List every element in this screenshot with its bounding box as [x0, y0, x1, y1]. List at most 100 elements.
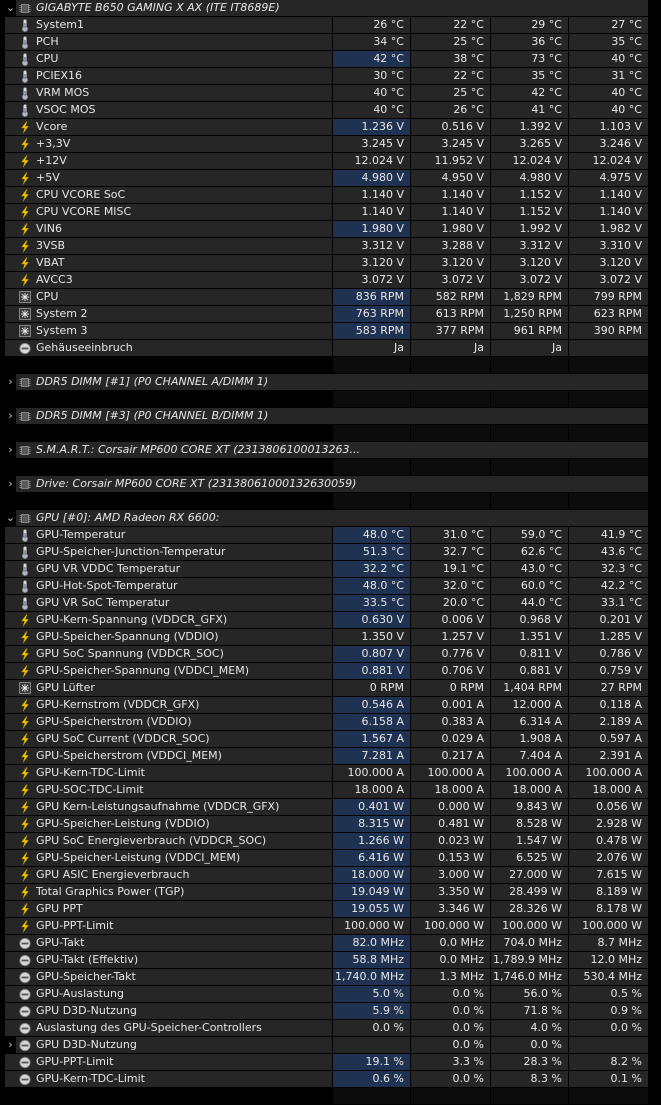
- sensor-group-header[interactable]: ⌄ GIGABYTE B650 GAMING X AX (ITE IT8689E): [0, 0, 661, 17]
- row-indent: [5, 748, 16, 764]
- minimum-value: 0.217 A: [410, 748, 490, 764]
- sensor-row[interactable]: Auslastung des GPU-Speicher-Controllers 0…: [0, 1020, 661, 1037]
- sensor-row[interactable]: GPU-Temperatur 48.0 °C 31.0 °C 59.0 °C 41.9 …: [0, 527, 661, 544]
- sensor-row[interactable]: GPU-Auslastung 5.0 % 0.0 % 56.0 % 0.5 %: [0, 986, 661, 1003]
- sensor-row[interactable]: +12V 12.024 V 11.952 V 12.024 V 12.024 V: [0, 153, 661, 170]
- sensor-row[interactable]: GPU SoC Energieverbrauch (VDDCR_SOC) 1.26…: [0, 833, 661, 850]
- sensor-row[interactable]: +5V 4.980 V 4.950 V 4.980 V 4.975 V: [0, 170, 661, 187]
- sensor-row[interactable]: GPU-Speicher-Junction-Temperatur 51.3 °C 3…: [0, 544, 661, 561]
- row-indent: [5, 952, 16, 968]
- row-tail: [648, 51, 661, 67]
- row-tail: [648, 697, 661, 713]
- sensor-row[interactable]: GPU-Kern-TDC-Limit 100.000 A 100.000 A 100.…: [0, 765, 661, 782]
- sensor-row[interactable]: VBAT 3.120 V 3.120 V 3.120 V 3.120 V: [0, 255, 661, 272]
- expand-arrow-icon[interactable]: ⌄: [5, 0, 16, 16]
- collapse-arrow-icon[interactable]: ›: [5, 1037, 16, 1053]
- sensor-row[interactable]: GPU SoC Spannung (VDDCR_SOC) 0.807 V 0.776…: [0, 646, 661, 663]
- sensor-label: GPU-Hot-Spot-Temperatur: [33, 578, 332, 594]
- sensor-row[interactable]: GPU-Kern-TDC-Limit 0.6 % 0.0 % 8.3 % 0.1 %: [0, 1071, 661, 1088]
- average-value: [568, 1037, 648, 1053]
- row-indent: [5, 527, 16, 543]
- sensor-row[interactable]: GPU-Speicher-Leistung (VDDIO) 8.315 W 0.48…: [0, 816, 661, 833]
- minimum-value: 20.0 °C: [410, 595, 490, 611]
- maximum-value: 28.326 W: [490, 901, 568, 917]
- sensor-row[interactable]: VIN6 1.980 V 1.980 V 1.992 V 1.982 V: [0, 221, 661, 238]
- sensor-row[interactable]: CPU 836 RPM 582 RPM 1,829 RPM 799 RPM: [0, 289, 661, 306]
- row-tail: [648, 663, 661, 679]
- row-indent: [5, 221, 16, 237]
- collapse-arrow-icon[interactable]: ›: [5, 374, 16, 390]
- maximum-value: 1,829 RPM: [490, 289, 568, 305]
- sensor-row[interactable]: System 2 763 RPM 613 RPM 1,250 RPM 623 RPM: [0, 306, 661, 323]
- sensor-row[interactable]: Total Graphics Power (TGP) 19.049 W 3.350 …: [0, 884, 661, 901]
- spacer-cell: [568, 1088, 648, 1104]
- sensor-row[interactable]: Vcore 1.236 V 0.516 V 1.392 V 1.103 V: [0, 119, 661, 136]
- sensor-row[interactable]: GPU Kern-Leistungsaufnahme (VDDCR_GFX) 0.…: [0, 799, 661, 816]
- lightning-icon: [20, 783, 29, 797]
- sensor-row[interactable]: GPU-Kernstrom (VDDCR_GFX) 0.546 A 0.001 A1…: [0, 697, 661, 714]
- sensor-row[interactable]: GPU VR VDDC Temperatur 32.2 °C 19.1 °C 43.0…: [0, 561, 661, 578]
- sensor-row[interactable]: GPU-Speicher-Takt 1,740.0 MHz 1.3 MHz 1,746…: [0, 969, 661, 986]
- row-indent: [5, 204, 16, 220]
- sensor-row[interactable]: System1 26 °C 22 °C 29 °C 27 °C: [0, 17, 661, 34]
- sensor-row[interactable]: GPU VR SoC Temperatur 33.5 °C 20.0 °C 44.0 …: [0, 595, 661, 612]
- sensor-row[interactable]: GPU D3D-Nutzung 5.9 % 0.0 % 71.8 % 0.9 %: [0, 1003, 661, 1020]
- maximum-value: 3.072 V: [490, 272, 568, 288]
- sensor-row[interactable]: GPU Lüfter 0 RPM 0 RPM 1,404 RPM 27 RPM: [0, 680, 661, 697]
- sensor-row[interactable]: GPU-Speicher-Spannung (VDDCI_MEM) 0.881 V…: [0, 663, 661, 680]
- sensor-row[interactable]: GPU-Speicher-Spannung (VDDIO) 1.350 V 1.25…: [0, 629, 661, 646]
- sensor-row[interactable]: AVCC3 3.072 V 3.072 V 3.072 V 3.072 V: [0, 272, 661, 289]
- minimum-value: 0.0 %: [410, 1020, 490, 1036]
- sensor-row[interactable]: 3VSB 3.312 V 3.288 V 3.312 V 3.310 V: [0, 238, 661, 255]
- sensor-row[interactable]: GPU-Speicher-Leistung (VDDCI_MEM) 6.416 W…: [0, 850, 661, 867]
- sensor-row[interactable]: GPU-Kern-Spannung (VDDCR_GFX) 0.630 V 0.00…: [0, 612, 661, 629]
- sensor-row[interactable]: GPU ASIC Energieverbrauch 18.000 W 3.000 W…: [0, 867, 661, 884]
- spacer-cell: [332, 493, 410, 509]
- lightning-icon: [20, 902, 29, 916]
- sensor-row[interactable]: GPU-Takt (Effektiv) 58.8 MHz 0.0 MHz 1,789.…: [0, 952, 661, 969]
- maximum-value: 1,746.0 MHz: [490, 969, 568, 985]
- spacer-row: [0, 1088, 661, 1105]
- current-value: 0 RPM: [332, 680, 410, 696]
- sensor-row[interactable]: GPU PPT 19.055 W 3.346 W 28.326 W 8.178 W: [0, 901, 661, 918]
- sensor-row[interactable]: System 3 583 RPM 377 RPM 961 RPM 390 RPM: [0, 323, 661, 340]
- sensor-row[interactable]: GPU-Hot-Spot-Temperatur 48.0 °C 32.0 °C 60.…: [0, 578, 661, 595]
- sensor-row[interactable]: GPU-PPT-Limit 19.1 % 3.3 % 28.3 % 8.2 %: [0, 1054, 661, 1071]
- sensor-row[interactable]: GPU-Speicherstrom (VDDIO) 6.158 A 0.383 A6…: [0, 714, 661, 731]
- row-indent: [5, 969, 16, 985]
- collapse-arrow-icon[interactable]: ›: [5, 476, 16, 492]
- spacer-cell: [33, 459, 332, 475]
- sensor-group-header[interactable]: › DDR5 DIMM [#1] (P0 CHANNEL A/DIMM 1): [0, 374, 661, 391]
- sensor-row[interactable]: GPU SoC Current (VDDCR_SOC) 1.567 A 0.029 …: [0, 731, 661, 748]
- row-tail: [648, 476, 661, 492]
- sensor-row[interactable]: VRM MOS 40 °C 25 °C 42 °C 40 °C: [0, 85, 661, 102]
- sensor-icon-cell: [16, 646, 33, 662]
- sensor-row[interactable]: PCIEX16 30 °C 22 °C 35 °C 31 °C: [0, 68, 661, 85]
- sensor-row[interactable]: GPU-SOC-TDC-Limit 18.000 A 18.000 A 18.000 …: [0, 782, 661, 799]
- spacer-cell: [5, 459, 16, 475]
- sensor-group-header[interactable]: › DDR5 DIMM [#3] (P0 CHANNEL B/DIMM 1): [0, 408, 661, 425]
- sensor-row[interactable]: VSOC MOS 40 °C 26 °C 41 °C 40 °C: [0, 102, 661, 119]
- current-value: 5.0 %: [332, 986, 410, 1002]
- sensor-row[interactable]: +3,3V 3.245 V 3.245 V 3.265 V 3.246 V: [0, 136, 661, 153]
- sensor-row[interactable]: CPU VCORE SoC 1.140 V 1.140 V 1.152 V 1.140 …: [0, 187, 661, 204]
- current-value: 0.6 %: [332, 1071, 410, 1087]
- expand-arrow-icon[interactable]: ⌄: [5, 510, 16, 526]
- sensor-row[interactable]: Gehäuseeinbruch Ja Ja Ja: [0, 340, 661, 357]
- maximum-value: 4.980 V: [490, 170, 568, 186]
- sensor-row[interactable]: PCH 34 °C 25 °C 36 °C 35 °C: [0, 34, 661, 51]
- sensor-row[interactable]: CPU VCORE MISC 1.140 V 1.140 V 1.152 V 1.140…: [0, 204, 661, 221]
- sensor-row[interactable]: › GPU D3D-Nutzung 0.0 % 0.0 %: [0, 1037, 661, 1054]
- sensor-row[interactable]: GPU-Speicherstrom (VDDCI_MEM) 7.281 A 0.21…: [0, 748, 661, 765]
- sensor-group-header[interactable]: ⌄ GPU [#0]: AMD Radeon RX 6600:: [0, 510, 661, 527]
- sensor-row[interactable]: GPU-PPT-Limit 100.000 W 100.000 W 100.000 W…: [0, 918, 661, 935]
- spacer-cell: [332, 357, 410, 373]
- sensor-group-header[interactable]: › S.M.A.R.T.: Corsair MP600 CORE XT (2313…: [0, 442, 661, 459]
- sensor-row[interactable]: GPU-Takt 82.0 MHz 0.0 MHz 704.0 MHz 8.7 MHz: [0, 935, 661, 952]
- collapse-arrow-icon[interactable]: ›: [5, 442, 16, 458]
- sensor-row[interactable]: CPU 42 °C 38 °C 73 °C 40 °C: [0, 51, 661, 68]
- sensor-group-header[interactable]: › Drive: Corsair MP600 CORE XT (231380610…: [0, 476, 661, 493]
- row-tail: [648, 731, 661, 747]
- sensor-label: GPU-Temperatur: [33, 527, 332, 543]
- collapse-arrow-icon[interactable]: ›: [5, 408, 16, 424]
